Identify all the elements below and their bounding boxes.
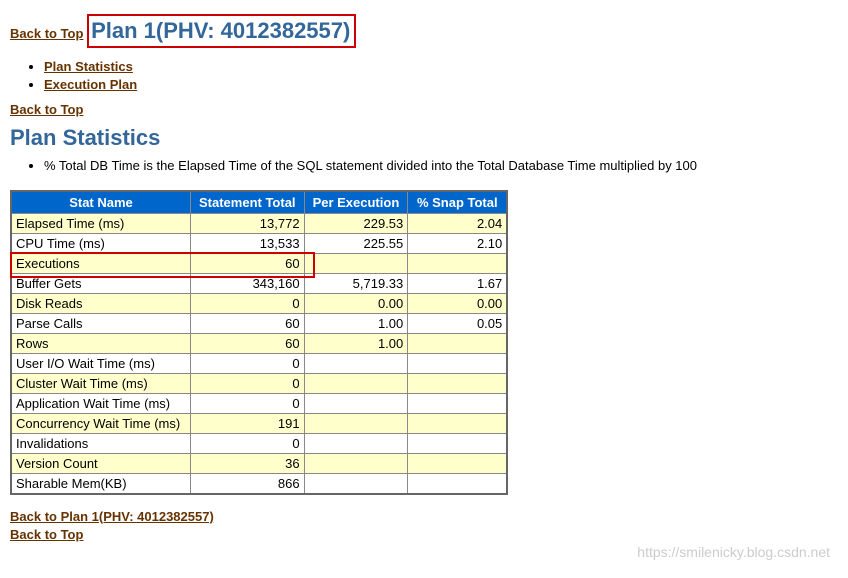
bottom-links: Back to Plan 1(PHV: 4012382557) Back to … [10, 508, 838, 544]
back-to-top-link[interactable]: Back to Top [10, 26, 83, 41]
statement-total-cell: 36 [191, 453, 305, 473]
col-snap-total: % Snap Total [408, 191, 508, 214]
table-row: Rows601.00 [11, 333, 507, 353]
stat-name-cell: Parse Calls [11, 313, 191, 333]
plan-statistics-heading: Plan Statistics [10, 125, 838, 151]
snap-total-cell [408, 433, 508, 453]
statement-total-cell: 0 [191, 433, 305, 453]
per-execution-cell: 225.55 [304, 233, 408, 253]
snap-total-cell [408, 253, 508, 273]
plan-statistics-link[interactable]: Plan Statistics [44, 59, 133, 74]
per-execution-cell: 229.53 [304, 213, 408, 233]
per-execution-cell: 5,719.33 [304, 273, 408, 293]
per-execution-cell [304, 253, 408, 273]
table-row: Invalidations0 [11, 433, 507, 453]
table-row: Cluster Wait Time (ms)0 [11, 373, 507, 393]
statement-total-cell: 60 [191, 253, 305, 273]
snap-total-cell [408, 393, 508, 413]
stat-name-cell: Version Count [11, 453, 191, 473]
table-row: Sharable Mem(KB)866 [11, 473, 507, 494]
stats-table-container: Stat Name Statement Total Per Execution … [10, 190, 508, 495]
per-execution-cell [304, 353, 408, 373]
per-execution-cell: 1.00 [304, 313, 408, 333]
per-execution-cell: 1.00 [304, 333, 408, 353]
per-execution-cell [304, 473, 408, 494]
snap-total-cell: 1.67 [408, 273, 508, 293]
stat-name-cell: Rows [11, 333, 191, 353]
table-row: Elapsed Time (ms)13,772229.532.04 [11, 213, 507, 233]
table-row: Executions60 [11, 253, 507, 273]
table-row: Concurrency Wait Time (ms)191 [11, 413, 507, 433]
stat-name-cell: Sharable Mem(KB) [11, 473, 191, 494]
plan-links-list: Plan Statistics Execution Plan [10, 58, 838, 94]
table-row: Application Wait Time (ms)0 [11, 393, 507, 413]
watermark: https://smilenicky.blog.csdn.net [637, 544, 830, 560]
statement-total-cell: 60 [191, 313, 305, 333]
table-row: Version Count36 [11, 453, 507, 473]
back-to-top-link-2[interactable]: Back to Top [10, 102, 83, 117]
snap-total-cell [408, 373, 508, 393]
snap-total-cell [408, 353, 508, 373]
snap-total-cell [408, 453, 508, 473]
plan-statistics-table: Stat Name Statement Total Per Execution … [10, 190, 508, 495]
stat-name-cell: Buffer Gets [11, 273, 191, 293]
snap-total-cell [408, 473, 508, 494]
per-execution-cell [304, 393, 408, 413]
back-to-plan-link[interactable]: Back to Plan 1(PHV: 4012382557) [10, 509, 214, 524]
stat-name-cell: User I/O Wait Time (ms) [11, 353, 191, 373]
snap-total-cell: 2.04 [408, 213, 508, 233]
plan-title-highlight: Plan 1(PHV: 4012382557) [87, 14, 356, 48]
stat-name-cell: Cluster Wait Time (ms) [11, 373, 191, 393]
notes-list: % Total DB Time is the Elapsed Time of t… [10, 157, 838, 175]
snap-total-cell [408, 413, 508, 433]
statement-total-cell: 0 [191, 353, 305, 373]
snap-total-cell [408, 333, 508, 353]
snap-total-cell: 0.05 [408, 313, 508, 333]
stat-name-cell: CPU Time (ms) [11, 233, 191, 253]
back-to-top-link-3[interactable]: Back to Top [10, 527, 83, 542]
statement-total-cell: 60 [191, 333, 305, 353]
table-row: User I/O Wait Time (ms)0 [11, 353, 507, 373]
stat-name-cell: Invalidations [11, 433, 191, 453]
plan-title-heading: Plan 1(PHV: 4012382557) [91, 18, 350, 44]
per-execution-cell [304, 373, 408, 393]
table-row: Parse Calls601.000.05 [11, 313, 507, 333]
snap-total-cell: 2.10 [408, 233, 508, 253]
col-stat-name: Stat Name [11, 191, 191, 214]
db-time-note: % Total DB Time is the Elapsed Time of t… [44, 157, 838, 175]
per-execution-cell [304, 433, 408, 453]
per-execution-cell: 0.00 [304, 293, 408, 313]
snap-total-cell: 0.00 [408, 293, 508, 313]
statement-total-cell: 343,160 [191, 273, 305, 293]
table-row: Buffer Gets343,1605,719.331.67 [11, 273, 507, 293]
per-execution-cell [304, 413, 408, 433]
stat-name-cell: Elapsed Time (ms) [11, 213, 191, 233]
col-per-execution: Per Execution [304, 191, 408, 214]
table-row: Disk Reads00.000.00 [11, 293, 507, 313]
stat-name-cell: Executions [11, 253, 191, 273]
execution-plan-link[interactable]: Execution Plan [44, 77, 137, 92]
statement-total-cell: 13,772 [191, 213, 305, 233]
table-header-row: Stat Name Statement Total Per Execution … [11, 191, 507, 214]
table-row: CPU Time (ms)13,533225.552.10 [11, 233, 507, 253]
statement-total-cell: 191 [191, 413, 305, 433]
statement-total-cell: 0 [191, 373, 305, 393]
stat-name-cell: Disk Reads [11, 293, 191, 313]
stat-name-cell: Application Wait Time (ms) [11, 393, 191, 413]
statement-total-cell: 13,533 [191, 233, 305, 253]
stat-name-cell: Concurrency Wait Time (ms) [11, 413, 191, 433]
statement-total-cell: 866 [191, 473, 305, 494]
col-statement-total: Statement Total [191, 191, 305, 214]
statement-total-cell: 0 [191, 393, 305, 413]
per-execution-cell [304, 453, 408, 473]
statement-total-cell: 0 [191, 293, 305, 313]
